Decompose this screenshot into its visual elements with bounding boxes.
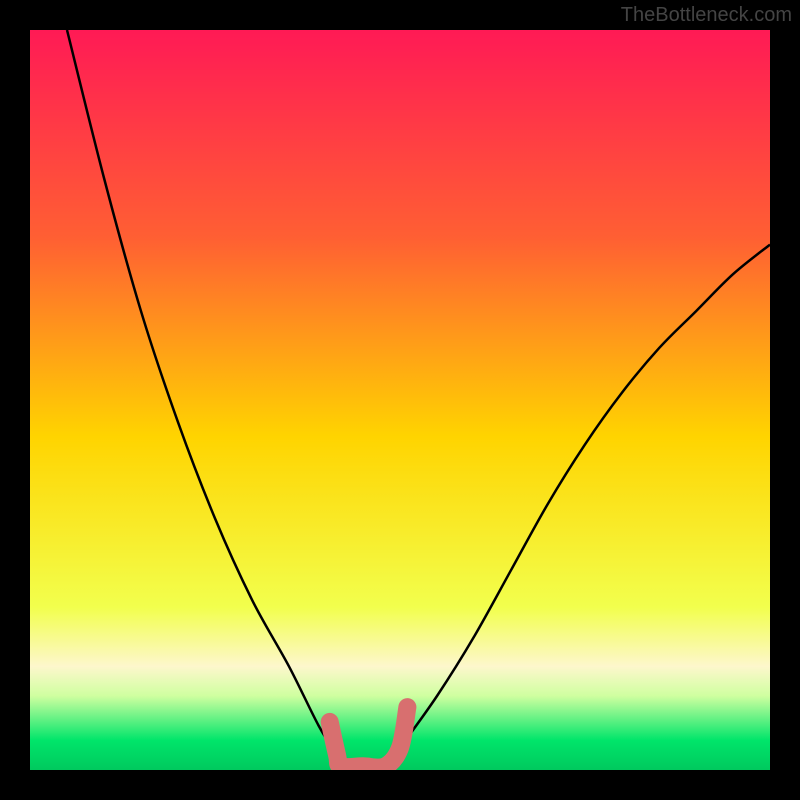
chart-svg: [30, 30, 770, 770]
watermark-text: TheBottleneck.com: [621, 4, 792, 27]
gradient-background: [30, 30, 770, 770]
chart-area: [30, 30, 770, 770]
